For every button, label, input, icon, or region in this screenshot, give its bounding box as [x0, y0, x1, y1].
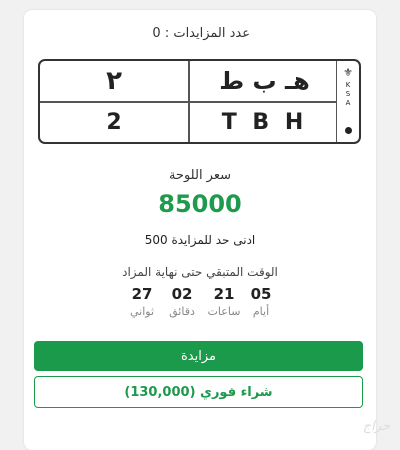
license-plate: ٢ هـ ب ط 2 T B H ⚜ K S A	[38, 59, 361, 144]
plate-latin-letters: T B H	[221, 110, 308, 135]
countdown-seconds-unit: ثواني	[129, 305, 155, 318]
plate-country-code: K S A	[345, 81, 351, 107]
countdown-seconds-value: 27	[131, 285, 153, 303]
time-remaining-label: الوقت المتبقي حتى نهاية المزاد	[122, 265, 278, 279]
saudi-emblem-icon: ⚜	[343, 66, 353, 79]
bids-count: عدد المزايدات : 0	[152, 26, 250, 41]
price-label: سعر اللوحة	[168, 168, 232, 183]
plate-arabic-number: ٢	[106, 66, 122, 96]
price-value: 85000	[158, 190, 242, 218]
bid-button[interactable]: مزايدة	[34, 341, 363, 371]
min-bid-text: ادنى حد للمزايدة 500	[144, 233, 256, 247]
countdown-seconds: 27 ثواني	[117, 285, 167, 318]
buy-now-button[interactable]: شراء فوري (130,000)	[34, 376, 363, 408]
plate-latin-number: 2	[106, 110, 122, 135]
plate-arabic-letters: هـ ب ط	[219, 67, 310, 95]
plate-dot-icon	[344, 127, 352, 134]
watermark-logo: حراج	[362, 419, 390, 434]
plate-ksa-strip: ⚜ K S A	[337, 61, 359, 142]
